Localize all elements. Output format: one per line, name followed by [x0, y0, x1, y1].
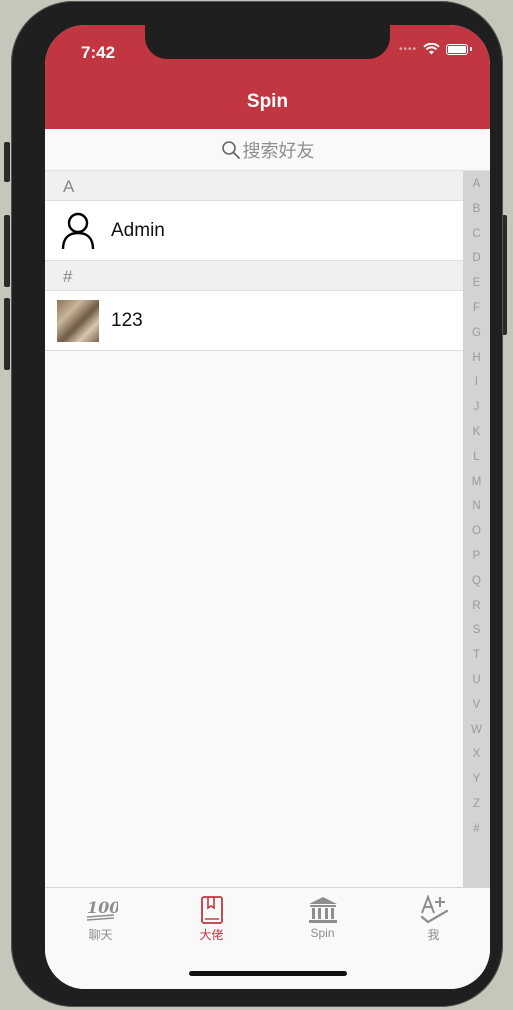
status-time: 7:42	[81, 43, 116, 62]
index-letter[interactable]: K	[473, 425, 481, 450]
nav-header: 7:42 •••• Spin	[45, 25, 490, 129]
tab-spin-label: Spin	[310, 926, 335, 940]
battery-cap	[470, 47, 472, 51]
signal-icon: ••••	[398, 43, 417, 55]
index-letter[interactable]: #	[473, 822, 479, 847]
screen: 7:42 •••• Spin 搜索好友 A Admin # 123 A B C …	[45, 25, 490, 989]
index-letter[interactable]: J	[474, 400, 480, 425]
index-letter[interactable]: P	[473, 549, 481, 574]
index-letter[interactable]: Z	[473, 797, 480, 822]
index-letter[interactable]: L	[473, 450, 479, 475]
avatar-photo	[57, 299, 99, 342]
volume-up-button	[4, 215, 10, 287]
contact-row-admin[interactable]: Admin	[45, 201, 463, 261]
index-letter[interactable]: I	[475, 375, 478, 400]
index-letter[interactable]: R	[472, 599, 480, 624]
tab-me-label: 我	[427, 928, 440, 942]
section-header-a: A	[45, 171, 463, 201]
phone-frame: 7:42 •••• Spin 搜索好友 A Admin # 123 A B C …	[11, 1, 503, 1007]
index-letter[interactable]: F	[473, 301, 480, 326]
index-letter[interactable]: G	[472, 326, 481, 351]
home-indicator[interactable]	[189, 971, 347, 976]
index-letter[interactable]: M	[472, 475, 482, 500]
notch	[145, 25, 390, 59]
volume-down-button	[4, 298, 10, 370]
tab-bigshots-label: 大佬	[199, 928, 224, 942]
status-icons: ••••	[399, 43, 472, 55]
index-letter[interactable]: C	[472, 227, 480, 252]
tab-bigshots[interactable]: 大佬	[156, 894, 267, 943]
index-letter[interactable]: U	[472, 673, 480, 698]
search-icon	[221, 140, 240, 159]
index-letter[interactable]: S	[473, 623, 481, 648]
tab-chat[interactable]: 100 聊天	[45, 894, 156, 943]
index-letter[interactable]: V	[473, 698, 481, 723]
contact-name: 123	[111, 309, 143, 331]
index-letter[interactable]: E	[473, 276, 481, 301]
index-letter[interactable]: T	[473, 648, 480, 673]
wifi-icon	[423, 43, 440, 55]
index-letter[interactable]: O	[472, 524, 481, 549]
person-outline-icon	[57, 210, 99, 252]
index-letter[interactable]: D	[472, 251, 480, 276]
search-placeholder: 搜索好友	[242, 140, 315, 161]
contact-name: Admin	[111, 219, 165, 241]
search-bar[interactable]: 搜索好友	[45, 129, 490, 171]
contact-list: A Admin # 123	[45, 171, 463, 351]
index-letter[interactable]: N	[472, 499, 480, 524]
index-letter[interactable]: Y	[473, 772, 481, 797]
tab-chat-label: 聊天	[88, 928, 113, 942]
section-index-bar[interactable]: A B C D E F G H I J K L M N O P Q R S T U V W X Y Z #	[463, 171, 490, 887]
section-header-hash: #	[45, 261, 463, 291]
grade-a-plus-icon	[378, 894, 489, 926]
bank-icon	[267, 894, 378, 926]
battery-icon	[446, 43, 468, 55]
page-title: Spin	[246, 91, 289, 112]
index-letter[interactable]: A	[473, 177, 481, 202]
hundred-icon: 100	[45, 894, 156, 926]
contact-row-123[interactable]: 123	[45, 291, 463, 351]
index-letter[interactable]: Q	[472, 574, 481, 599]
index-letter[interactable]: X	[473, 747, 481, 772]
silent-switch	[4, 142, 10, 182]
notebook-icon	[156, 894, 267, 926]
tab-spin[interactable]: Spin	[267, 894, 378, 940]
index-letter[interactable]: H	[472, 351, 480, 376]
svg-text:100: 100	[87, 898, 118, 917]
index-letter[interactable]: W	[471, 723, 482, 748]
tab-me[interactable]: 我	[378, 894, 489, 943]
index-letter[interactable]: B	[473, 202, 481, 227]
